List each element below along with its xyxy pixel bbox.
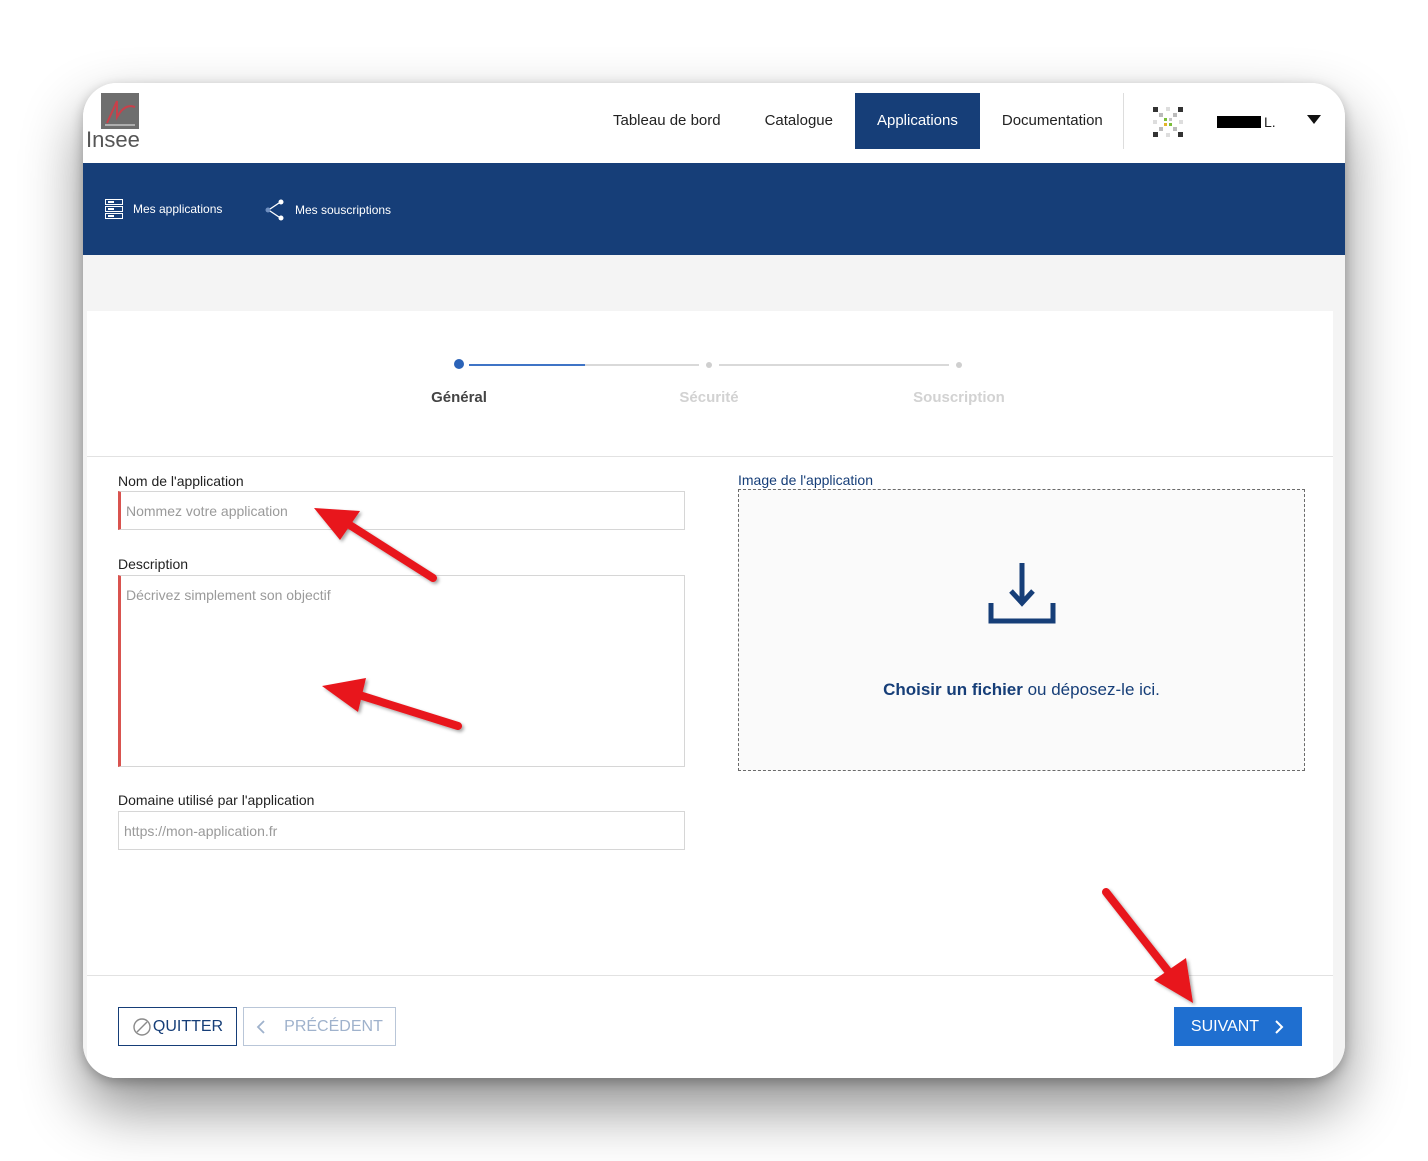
arrow-to-name-field	[314, 508, 437, 582]
annotation-arrows	[314, 508, 1193, 1003]
arrow-to-description-field	[322, 678, 462, 730]
arrow-to-next-button	[1102, 888, 1193, 1003]
